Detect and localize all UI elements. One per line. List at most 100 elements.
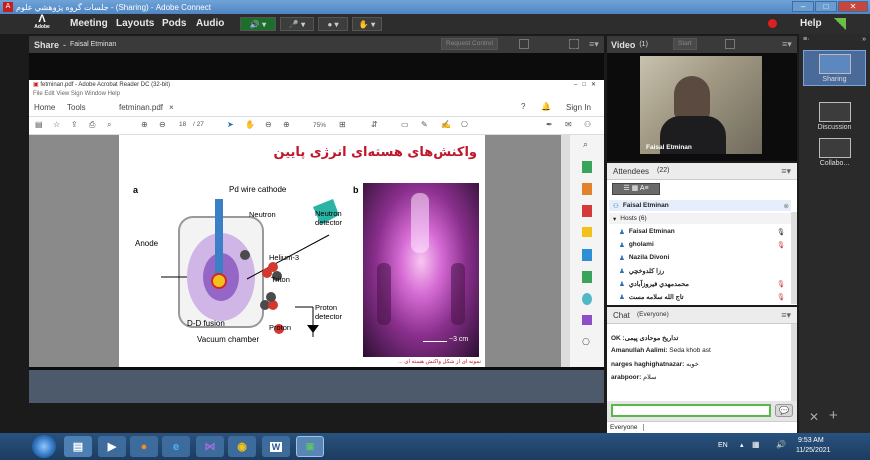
highlight-icon[interactable]: ✍ bbox=[441, 120, 451, 129]
select-tool-icon[interactable]: ➤ bbox=[227, 120, 234, 129]
clock-date[interactable]: 11/25/2021 bbox=[796, 447, 831, 454]
page-down-icon[interactable]: ⊖ bbox=[159, 120, 166, 129]
start-webcam-button[interactable]: Start bbox=[673, 38, 697, 50]
video-layout-icon[interactable] bbox=[725, 39, 735, 49]
edge-icon[interactable]: e bbox=[162, 436, 190, 457]
fit-page-icon[interactable]: ⊞ bbox=[339, 120, 346, 129]
tools-icon[interactable]: ✕ bbox=[809, 410, 819, 424]
tray-arrow-icon[interactable]: ▴ bbox=[740, 441, 744, 449]
menu-help[interactable]: Help bbox=[800, 18, 822, 29]
pod-menu-icon[interactable]: ≡▾ bbox=[589, 39, 599, 50]
language-indicator[interactable]: EN bbox=[718, 442, 728, 449]
layout-tab-sharing[interactable]: Sharing bbox=[803, 50, 866, 86]
video-menu-icon[interactable]: ≡▾ bbox=[782, 39, 792, 50]
layout-tab-collaboration[interactable]: Collabo... bbox=[803, 138, 866, 172]
attendee-view-toggle[interactable]: ☰ ▦ A≡ bbox=[612, 183, 660, 195]
sidebar-menu-icon[interactable]: ≡· bbox=[803, 36, 809, 43]
sign-icon[interactable]: ✒ bbox=[546, 120, 553, 129]
close-button[interactable]: ✕ bbox=[838, 1, 868, 12]
attendee-row[interactable]: ♟ تاج الله سلامه مست 🎙 bbox=[609, 291, 791, 302]
export-pdf-icon[interactable] bbox=[582, 183, 592, 195]
explorer-icon[interactable]: ▤ bbox=[64, 436, 92, 457]
full-screen-icon[interactable] bbox=[569, 39, 579, 49]
star-icon[interactable]: ☆ bbox=[53, 120, 60, 129]
menu-layouts[interactable]: Layouts bbox=[116, 18, 154, 29]
word-icon[interactable]: W bbox=[262, 436, 290, 457]
save-icon[interactable]: ▤ bbox=[35, 120, 43, 129]
fill-sign-icon[interactable] bbox=[582, 315, 592, 325]
current-user-row[interactable]: ⚇ Faisal Etminan ⊗ bbox=[609, 200, 791, 211]
stamp-icon[interactable]: ⎔ bbox=[461, 120, 468, 129]
comment-tool-icon[interactable] bbox=[582, 227, 592, 237]
send-message-button[interactable]: 💬 bbox=[775, 404, 793, 417]
chat-recipient[interactable]: Everyone bbox=[610, 424, 645, 431]
network-icon[interactable]: ▦ bbox=[752, 440, 760, 449]
add-layout-icon[interactable]: + bbox=[829, 407, 838, 424]
bell-icon[interactable]: 🔔 bbox=[541, 102, 551, 111]
mail-icon[interactable]: ✉ bbox=[565, 120, 572, 129]
chat-scrollbar[interactable] bbox=[791, 324, 797, 401]
volume-icon[interactable]: 🔊 bbox=[776, 440, 786, 449]
maximize-button[interactable]: □ bbox=[815, 1, 837, 12]
menu-audio[interactable]: Audio bbox=[196, 18, 224, 29]
zoom-level[interactable]: 75% bbox=[313, 122, 326, 129]
menu-meeting[interactable]: Meeting bbox=[70, 18, 108, 29]
print-icon[interactable]: ⎙ bbox=[89, 120, 95, 130]
connect-app-icon[interactable]: ▣ bbox=[296, 436, 324, 457]
pen-icon[interactable]: ✎ bbox=[421, 120, 428, 129]
acrobat-menu[interactable]: File Edit View Sign Window Help bbox=[29, 91, 604, 100]
attendee-row[interactable]: ♟ Nazila Divoni bbox=[609, 252, 791, 263]
clock-time[interactable]: 9:53 AM bbox=[798, 437, 824, 444]
compress-icon[interactable] bbox=[582, 271, 592, 283]
acrobat-window-controls[interactable]: – □ ✕ bbox=[574, 80, 596, 91]
help-icon[interactable]: ? bbox=[521, 102, 525, 111]
attendee-row[interactable]: ♟ رزا كلدوخچي bbox=[609, 265, 791, 276]
request-control-button[interactable]: Request Control bbox=[441, 38, 498, 50]
tab-home[interactable]: Home bbox=[34, 103, 55, 112]
hosts-group-header[interactable]: ▾ Hosts (6) bbox=[609, 213, 791, 224]
attendees-menu-icon[interactable]: ≡▾ bbox=[781, 166, 791, 177]
scroll-mode-icon[interactable]: ⇵ bbox=[371, 120, 378, 129]
speaker-control[interactable]: 🔊 ▾ bbox=[240, 17, 276, 31]
tab-file[interactable]: fetminan.pdf bbox=[119, 103, 163, 112]
visual-studio-icon[interactable]: ⋈ bbox=[196, 436, 224, 457]
tab-tools[interactable]: Tools bbox=[67, 103, 86, 112]
clear-status-icon[interactable]: ⊗ bbox=[784, 202, 789, 210]
menu-pods[interactable]: Pods bbox=[162, 18, 186, 29]
comment-icon[interactable]: ▭ bbox=[401, 120, 409, 129]
attendee-row[interactable]: ♟ gholami 🎙 bbox=[609, 239, 791, 250]
firefox-icon[interactable]: ● bbox=[130, 436, 158, 457]
chat-input[interactable] bbox=[611, 404, 771, 417]
sign-in-link[interactable]: Sign In bbox=[566, 103, 591, 112]
fit-width-icon[interactable] bbox=[519, 39, 529, 49]
edit-pdf-icon[interactable] bbox=[582, 205, 592, 217]
media-player-icon[interactable]: ▶ bbox=[98, 436, 126, 457]
chrome-icon[interactable]: ◉ bbox=[228, 436, 256, 457]
page-number-field[interactable]: 18 bbox=[179, 121, 186, 128]
zoom-out-icon[interactable]: ⊖ bbox=[265, 120, 272, 129]
webcam-control[interactable]: ● ▾ bbox=[318, 17, 348, 31]
user-icon[interactable]: ⚇ bbox=[584, 120, 591, 129]
zoom-in-icon[interactable]: ⊕ bbox=[283, 120, 290, 129]
chat-menu-icon[interactable]: ≡▾ bbox=[781, 310, 791, 321]
hand-tool-icon[interactable]: ✋ bbox=[245, 120, 255, 129]
start-button[interactable] bbox=[32, 435, 56, 458]
minimize-button[interactable]: – bbox=[792, 1, 814, 12]
organize-icon[interactable] bbox=[582, 249, 592, 261]
attendees-scrollbar[interactable] bbox=[791, 212, 797, 304]
create-pdf-icon[interactable] bbox=[582, 161, 592, 173]
zoom-search-icon[interactable]: ⌕ bbox=[107, 120, 111, 130]
status-control[interactable]: ✋ ▾ bbox=[352, 17, 382, 31]
more-tools-icon[interactable]: ⎔ bbox=[582, 337, 590, 348]
attendee-row[interactable]: ♟ محمدمهدي فيروزآبادي 🎙 bbox=[609, 278, 791, 289]
collapse-icon[interactable]: » bbox=[862, 36, 866, 43]
zoom-icon[interactable]: ⌕ bbox=[583, 139, 588, 150]
upload-icon[interactable]: ⇪ bbox=[71, 120, 78, 129]
microphone-control[interactable]: 🎤 ▾ bbox=[280, 17, 314, 31]
attendee-row[interactable]: ♟ Faisal Etminan 🎙 bbox=[609, 226, 791, 237]
layout-tab-discussion[interactable]: Discussion bbox=[803, 102, 866, 136]
vertical-scrollbar[interactable] bbox=[561, 135, 569, 367]
tab-close-icon[interactable]: × bbox=[169, 103, 174, 112]
page-up-icon[interactable]: ⊕ bbox=[141, 120, 148, 129]
protect-icon[interactable] bbox=[582, 293, 592, 305]
